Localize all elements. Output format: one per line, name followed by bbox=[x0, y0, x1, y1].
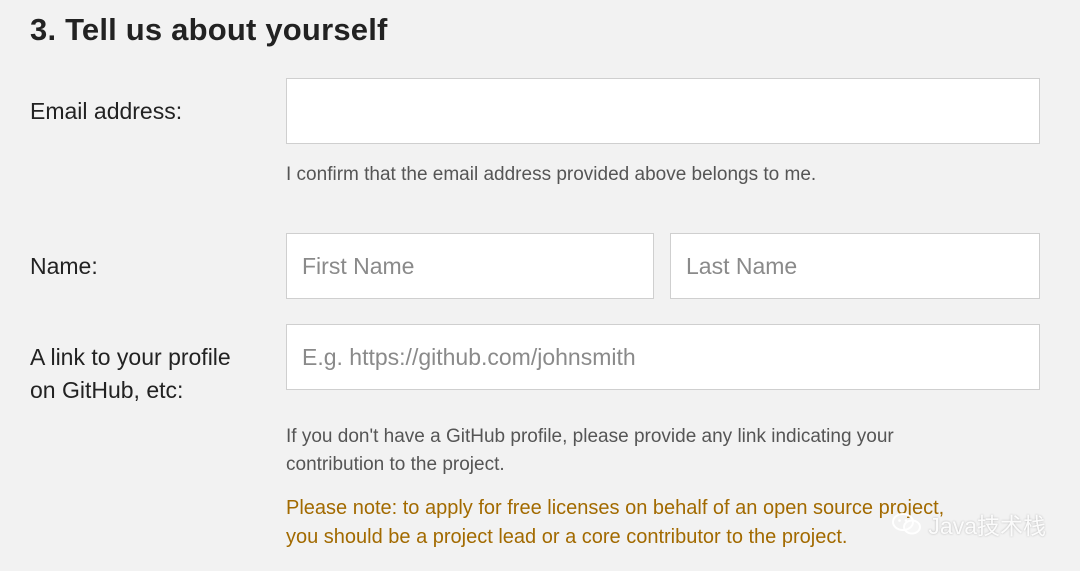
profile-hint-line-2: contribution to the project. bbox=[286, 454, 505, 475]
email-label: Email address: bbox=[30, 98, 183, 124]
profile-label: A link to your profile on GitHub, etc: bbox=[30, 341, 231, 407]
profile-link-input[interactable] bbox=[286, 324, 1040, 390]
first-name-input[interactable] bbox=[286, 233, 654, 299]
section-title: 3. Tell us about yourself bbox=[30, 12, 388, 47]
profile-label-line-2: on GitHub, etc: bbox=[30, 377, 184, 403]
wechat-icon bbox=[892, 513, 922, 535]
email-confirm-text: I confirm that the email address provide… bbox=[286, 164, 817, 185]
watermark-text: Java技术栈 bbox=[928, 513, 1046, 539]
email-input[interactable] bbox=[286, 78, 1040, 144]
name-label: Name: bbox=[30, 253, 98, 279]
watermark: Java技术栈 bbox=[892, 507, 1046, 541]
profile-label-line-1: A link to your profile bbox=[30, 344, 231, 370]
profile-hint: If you don't have a GitHub profile, plea… bbox=[286, 423, 894, 479]
last-name-input[interactable] bbox=[670, 233, 1040, 299]
profile-hint-line-1: If you don't have a GitHub profile, plea… bbox=[286, 426, 894, 447]
